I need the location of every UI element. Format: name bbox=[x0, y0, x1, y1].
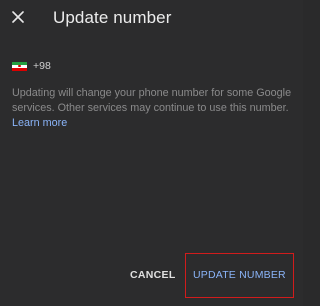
iran-flag-icon bbox=[12, 61, 27, 71]
update-number-dialog: Update number +98 Updating will change y… bbox=[0, 0, 303, 306]
description-text: Updating will change your phone number f… bbox=[12, 87, 292, 114]
close-icon bbox=[12, 11, 24, 23]
dialog-header: Update number bbox=[0, 0, 303, 38]
dialog-actions: CANCEL UPDATE NUMBER bbox=[0, 253, 303, 298]
cancel-button[interactable]: CANCEL bbox=[126, 265, 180, 285]
learn-more-link[interactable]: Learn more bbox=[12, 117, 67, 129]
close-button[interactable] bbox=[7, 6, 29, 28]
dialog-description: Updating will change your phone number f… bbox=[12, 86, 296, 131]
country-code: +98 bbox=[33, 60, 51, 72]
dialog-title: Update number bbox=[53, 8, 172, 27]
update-number-button[interactable]: UPDATE NUMBER bbox=[191, 265, 288, 285]
phone-number-row: +98 bbox=[12, 59, 51, 73]
